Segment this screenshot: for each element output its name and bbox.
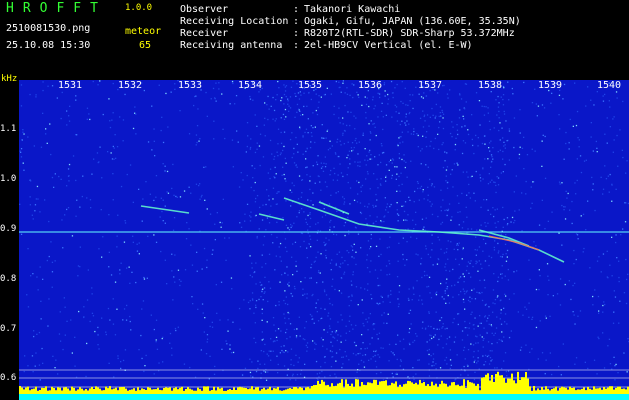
info-receiver: Receiver: R820T2(RTL-SDR) SDR-Sharp 53.37… [180,28,515,39]
info-value: Ogaki, Gifu, JAPAN (136.60E, 35.35N) [304,16,521,27]
info-value: Takanori Kawachi [304,4,401,15]
x-tick-label: 1540 [597,80,622,91]
y-tick-label: 1.0 [0,174,17,184]
image-filename: 2510081530.png [6,23,91,34]
info-observer: Observer: Takanori Kawachi [180,4,400,15]
info-value: 2el-HB9CV Vertical (el. E-W) [304,40,473,51]
signal-level-bar [19,371,629,394]
app-title: HROFFT [6,1,107,16]
y-tick-label: 0.8 [0,274,17,284]
meteor-traces [140,197,565,263]
level-baseline [19,394,629,400]
x-tick-label: 1532 [118,80,143,91]
x-tick-label: 1533 [178,80,203,91]
app-version: 1.0.0 [125,3,153,13]
capture-datetime: 25.10.08 15:30 [6,40,91,51]
info-separator: : [293,16,300,27]
x-tick-label: 1535 [298,80,323,91]
y-tick-label: 0.6 [0,373,17,383]
x-tick-label: 1534 [238,80,263,91]
noise-texture [19,80,629,382]
info-separator: : [293,40,300,51]
meteor-label: meteor [125,26,162,37]
axis-unit-label: kHz [1,74,18,84]
info-separator: : [293,4,300,15]
y-tick-label: 0.9 [0,224,17,234]
x-tick-label: 1538 [478,80,503,91]
y-tick-label: 0.7 [0,324,17,334]
info-antenna: Receiving antenna:2el-HB9CV Vertical (el… [180,40,473,51]
spectrogram-plot [19,80,629,400]
x-tick-label: 1531 [58,80,83,91]
meteor-count: 65 [139,40,152,51]
info-separator: : [293,28,300,39]
x-tick-label: 1537 [418,80,443,91]
info-label: Receiving Location [180,16,289,27]
info-value: R820T2(RTL-SDR) SDR-Sharp 53.372MHz [304,28,515,39]
y-tick-label: 1.1 [0,124,17,134]
info-location: Receiving Location: Ogaki, Gifu, JAPAN (1… [180,16,521,27]
spectrogram-svg [19,80,629,400]
info-label: Observer [180,4,229,15]
x-tick-label: 1536 [358,80,383,91]
info-label: Receiver [180,28,229,39]
info-label: Receiving antenna [180,40,283,51]
hrofft-window: HROFFT 1.0.0 2510081530.png meteor 25.10… [0,0,629,400]
x-tick-label: 1539 [538,80,563,91]
